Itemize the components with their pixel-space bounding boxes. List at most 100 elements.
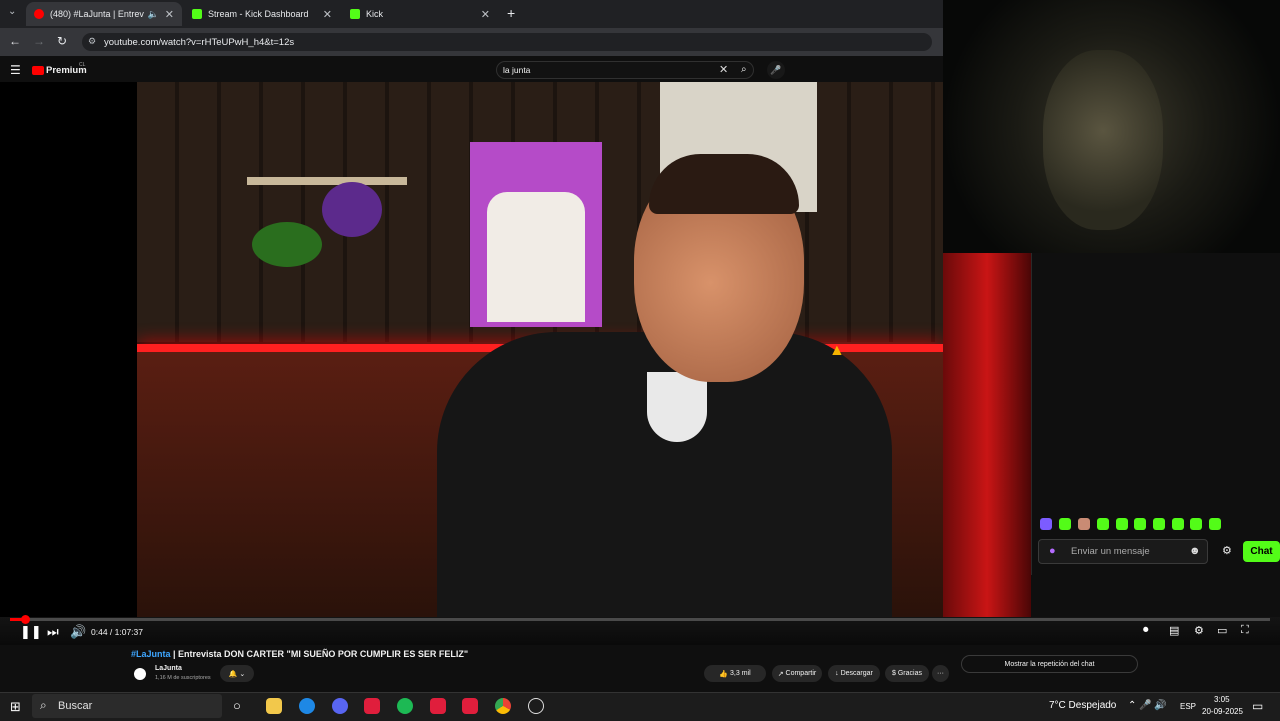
file-explorer-icon[interactable] — [266, 698, 282, 714]
pause-icon[interactable]: ❚❚ — [20, 624, 42, 640]
emoji-icon[interactable]: ☻ — [1189, 545, 1201, 557]
emote-icon[interactable] — [1059, 518, 1071, 530]
tab-title: (480) #LaJunta | Entrevista D — [50, 9, 144, 19]
video-hashtag[interactable]: #LaJunta — [131, 649, 171, 659]
streamer-face — [1043, 50, 1163, 230]
emote-icon[interactable] — [1040, 518, 1052, 530]
thanks-button[interactable]: $ Gracias — [885, 665, 929, 682]
search-text: la junta — [503, 65, 531, 75]
app-icon[interactable] — [364, 698, 380, 714]
app-icon[interactable] — [430, 698, 446, 714]
subscriber-count: 1,16 M de suscriptores — [155, 675, 211, 681]
theater-mode-icon[interactable]: ▭ — [1217, 624, 1227, 637]
frame-white — [487, 192, 585, 322]
back-icon[interactable]: ← — [9, 34, 21, 48]
close-tab-icon[interactable]: ✕ — [323, 8, 332, 21]
emote-icon[interactable] — [1153, 518, 1165, 530]
mic-icon[interactable]: ● — [1049, 545, 1056, 557]
taskbar-search[interactable]: ⌕ Buscar — [32, 694, 222, 718]
share-button[interactable]: ↗ Compartir — [772, 665, 822, 682]
clear-search-icon[interactable]: ✕ — [719, 63, 728, 76]
thumb-up-icon: 👍 — [719, 670, 731, 678]
share-label: Compartir — [785, 670, 817, 677]
tray-icons[interactable]: ⌃ 🎤 🔊 — [1128, 700, 1167, 711]
more-button[interactable]: ··· — [932, 665, 949, 682]
windows-start-icon[interactable]: ⊞ — [10, 699, 21, 715]
youtube-logo-icon[interactable] — [32, 66, 44, 75]
fullscreen-icon[interactable]: ⛶ — [1241, 624, 1249, 637]
youtube-favicon-icon — [34, 9, 44, 19]
chat-settings-icon[interactable]: ⚙ — [1222, 544, 1232, 557]
close-tab-icon[interactable]: ✕ — [165, 8, 174, 21]
tab-title: Kick — [366, 9, 384, 19]
emote-icon[interactable] — [1097, 518, 1109, 530]
chat-replay-button[interactable]: Mostrar la repetición del chat — [961, 655, 1138, 673]
language-indicator[interactable]: ESP — [1180, 702, 1196, 711]
download-button[interactable]: ↓ Descargar — [828, 665, 880, 682]
new-tab-button[interactable]: + — [507, 5, 515, 21]
time-display: 0:44 / 1:07:37 — [91, 627, 143, 637]
next-icon[interactable]: ⏭ — [47, 624, 59, 640]
reload-icon[interactable]: ↻ — [57, 34, 67, 48]
volume-icon[interactable]: 🔊 — [70, 624, 86, 640]
speaker-icon[interactable]: 🔈 — [148, 9, 159, 20]
mouse-cursor-icon: ▲ — [829, 342, 845, 359]
emote-icon[interactable] — [1134, 518, 1146, 530]
emote-icon[interactable] — [1116, 518, 1128, 530]
player-controls — [0, 617, 1280, 645]
autoplay-toggle-icon[interactable]: ⏺ — [1143, 624, 1149, 637]
emote-icon[interactable] — [1209, 518, 1221, 530]
chrome-icon[interactable] — [495, 698, 511, 714]
like-button[interactable]: 👍 3,3 mil — [704, 665, 766, 682]
tab-list-chevron-icon[interactable]: ⌄ — [8, 6, 16, 17]
tab-kick[interactable]: Kick ✕ — [342, 2, 498, 26]
like-count: 3,3 mil — [730, 670, 751, 677]
person-shirt — [647, 372, 707, 442]
youtube-header — [0, 56, 943, 82]
emote-icon[interactable] — [1172, 518, 1184, 530]
forward-icon[interactable]: → — [33, 34, 45, 48]
channel-avatar[interactable] — [134, 668, 146, 680]
task-view-icon[interactable]: ○ — [233, 698, 241, 713]
kick-favicon-icon — [350, 9, 360, 19]
search-icon[interactable]: ⌕ — [741, 64, 747, 75]
video-frame[interactable]: ▲ — [137, 82, 943, 617]
weather[interactable]: 7°C Despejado — [1049, 700, 1116, 711]
current-time: 0:44 — [91, 627, 108, 637]
discord-icon[interactable] — [332, 698, 348, 714]
spotify-icon[interactable] — [397, 698, 413, 714]
subscribed-button[interactable]: 🔔 ⌄ — [220, 665, 254, 682]
tab-kick-dashboard[interactable]: Stream - Kick Dashboard ✕ — [184, 2, 340, 26]
scrubber-knob[interactable] — [21, 615, 30, 624]
app-icon[interactable] — [528, 698, 544, 714]
clock-time[interactable]: 3:05 — [1214, 695, 1230, 704]
person-hair — [649, 154, 799, 214]
tab-youtube[interactable]: (480) #LaJunta | Entrevista D 🔈 ✕ — [26, 2, 182, 26]
emote-icon[interactable] — [1078, 518, 1090, 530]
notifications-icon[interactable]: ▭ — [1252, 699, 1263, 713]
subtitles-icon[interactable]: ▤ — [1169, 624, 1179, 637]
video-overflow-right — [943, 253, 1031, 617]
clock-date[interactable]: 20-09-2025 — [1202, 707, 1243, 716]
site-info-icon[interactable]: ⚙ — [88, 36, 96, 47]
settings-icon[interactable]: ⚙ — [1194, 624, 1204, 637]
time-separator: / — [107, 627, 115, 637]
emote-icon[interactable] — [1190, 518, 1202, 530]
progress-bar[interactable] — [10, 618, 1270, 621]
video-title-text: | Entrevista DON CARTER "MI SUEÑO POR CU… — [170, 649, 469, 659]
app-icon[interactable] — [462, 698, 478, 714]
address-bar[interactable]: ⚙ youtube.com/watch?v=rHTeUPwH_h4&t=12s — [82, 33, 932, 51]
taskbar-search-text: Buscar — [58, 700, 93, 712]
voice-search-icon[interactable]: 🎤 — [767, 61, 785, 79]
player-letterbox-left — [0, 82, 137, 617]
close-tab-icon[interactable]: ✕ — [481, 8, 490, 21]
chat-send-button[interactable]: Chat — [1243, 541, 1280, 562]
share-icon: ↗ — [777, 670, 786, 678]
menu-icon[interactable]: ☰ — [10, 63, 21, 77]
app-icon[interactable] — [299, 698, 315, 714]
duration: 1:07:37 — [114, 627, 144, 637]
search-icon: ⌕ — [40, 698, 47, 712]
channel-name[interactable]: LaJunta — [155, 665, 182, 672]
search-input[interactable]: la junta ✕ — [496, 61, 754, 79]
chat-message-input[interactable]: ● Enviar un mensaje ☻ — [1038, 539, 1208, 564]
